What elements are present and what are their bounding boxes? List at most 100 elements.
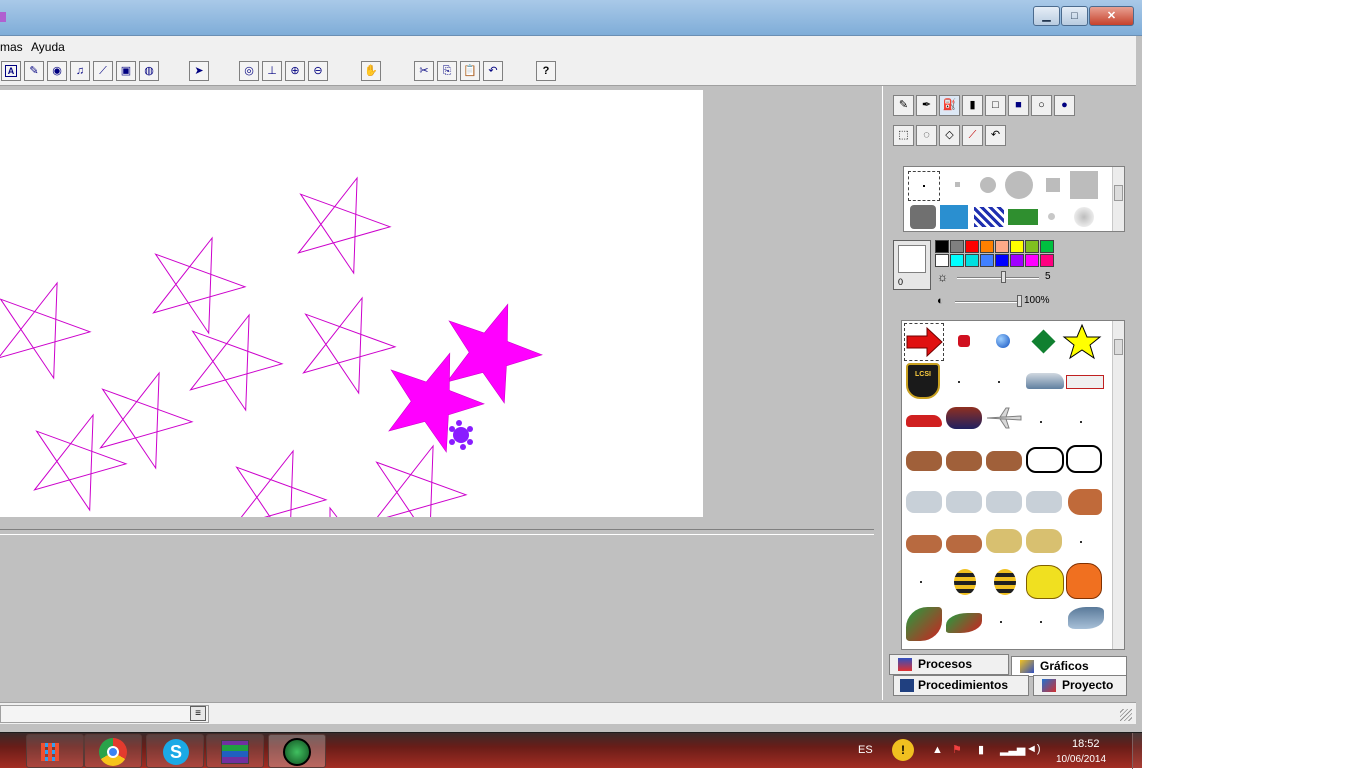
- battery-icon[interactable]: ▮: [978, 743, 984, 756]
- minimize-button[interactable]: ▁: [1033, 6, 1060, 26]
- brush-soft-large[interactable]: [1074, 207, 1094, 227]
- winrar-button[interactable]: [206, 734, 264, 768]
- music-icon[interactable]: ♫: [70, 61, 90, 81]
- pen-icon[interactable]: ✒: [916, 95, 937, 116]
- command-line[interactable]: [0, 705, 209, 723]
- shape-dot[interactable]: [1000, 621, 1002, 623]
- alert-icon[interactable]: !: [892, 739, 914, 761]
- brush-texture-sky[interactable]: [940, 205, 968, 229]
- shape-butterfly[interactable]: [1026, 565, 1064, 599]
- star-icon[interactable]: [1062, 323, 1102, 361]
- fill-bucket-icon[interactable]: ⛽: [939, 95, 960, 116]
- rectangle-icon[interactable]: □: [985, 95, 1006, 116]
- copy-icon[interactable]: ⎘: [437, 61, 457, 81]
- cut-icon[interactable]: ✂: [414, 61, 434, 81]
- magic-wand-icon[interactable]: ⟋: [93, 61, 113, 81]
- palette-swatch[interactable]: [995, 254, 1009, 267]
- current-color[interactable]: 0: [893, 240, 931, 290]
- language-indicator[interactable]: ES: [858, 744, 873, 756]
- resize-grip-icon[interactable]: [1120, 709, 1132, 721]
- shape-horse[interactable]: [1026, 491, 1062, 513]
- eye-icon[interactable]: ◎: [239, 61, 259, 81]
- shape-dalmatian[interactable]: [1026, 447, 1064, 473]
- palette-swatch[interactable]: [965, 240, 979, 253]
- shape-lion[interactable]: [1026, 529, 1062, 553]
- eye-tool-icon[interactable]: ◉: [47, 61, 67, 81]
- microworlds-button[interactable]: [268, 734, 326, 768]
- shape-cat[interactable]: [906, 451, 942, 471]
- brush-texture-grid[interactable]: [910, 205, 936, 229]
- brush-soft-small[interactable]: [1048, 213, 1055, 220]
- chrome-button[interactable]: [84, 734, 142, 768]
- zoom-in-icon[interactable]: ⊕: [285, 61, 305, 81]
- shape-dot[interactable]: [1080, 541, 1082, 543]
- opacity-slider-knob[interactable]: [1017, 295, 1022, 307]
- brush-small-square[interactable]: [955, 182, 960, 187]
- shape-kangaroo[interactable]: [1068, 489, 1102, 515]
- shape-bee[interactable]: [994, 569, 1016, 595]
- stop-icon[interactable]: ✋: [361, 61, 381, 81]
- skype-button[interactable]: S: [146, 734, 204, 768]
- shape-lion[interactable]: [986, 529, 1022, 553]
- lasso-icon[interactable]: ◌: [916, 125, 937, 146]
- help-button[interactable]: ?: [536, 61, 556, 81]
- drawing-canvas[interactable]: [0, 90, 703, 517]
- filled-ellipse-icon[interactable]: ●: [1054, 95, 1075, 116]
- paste-icon[interactable]: 📋: [460, 61, 480, 81]
- brush-large-circle[interactable]: [1005, 171, 1033, 199]
- palette-swatch[interactable]: [1010, 240, 1024, 253]
- maximize-button[interactable]: □: [1061, 6, 1088, 26]
- palette-swatch[interactable]: [965, 254, 979, 267]
- shape-arrow[interactable]: [904, 323, 944, 361]
- close-button[interactable]: ✕: [1089, 6, 1134, 26]
- brush-texture-stripes[interactable]: [974, 207, 1004, 227]
- brightness-slider[interactable]: [957, 277, 1039, 279]
- selection-icon[interactable]: ⬚: [893, 125, 914, 146]
- apps-grid-button[interactable]: [26, 734, 84, 768]
- eraser-icon[interactable]: ◇: [939, 125, 960, 146]
- brush-dot-selected[interactable]: [908, 171, 940, 201]
- text-tool-icon[interactable]: A: [1, 61, 21, 81]
- clock-date[interactable]: 10/06/2014: [1056, 754, 1106, 765]
- brightness-slider-knob[interactable]: [1001, 271, 1006, 283]
- pencil-icon[interactable]: ✎: [893, 95, 914, 116]
- palette-swatch[interactable]: [1025, 254, 1039, 267]
- shape-motorcycle[interactable]: [946, 407, 982, 429]
- notes-icon[interactable]: ≡: [190, 706, 206, 721]
- zoom-out-icon[interactable]: ⊖: [308, 61, 328, 81]
- palette-swatch[interactable]: [1025, 240, 1039, 253]
- palette-swatch[interactable]: [1040, 254, 1054, 267]
- shape-truck[interactable]: [1066, 375, 1104, 389]
- shape-kangaroo[interactable]: [946, 535, 982, 553]
- palette-swatch[interactable]: [1010, 254, 1024, 267]
- shape-hummingbird[interactable]: [906, 607, 942, 641]
- pointer-icon[interactable]: ➤: [189, 61, 209, 81]
- shape-horse[interactable]: [986, 491, 1022, 513]
- show-hidden-icons-icon[interactable]: ▲: [932, 744, 943, 756]
- turtle-icon[interactable]: [449, 420, 473, 450]
- volume-icon[interactable]: ◄): [1026, 743, 1041, 755]
- shape-dot[interactable]: [998, 381, 1000, 383]
- palette-swatch[interactable]: [950, 240, 964, 253]
- shape-dot[interactable]: [1080, 421, 1082, 423]
- brush-medium-square[interactable]: [1046, 178, 1060, 192]
- camera-icon[interactable]: ▣: [116, 61, 136, 81]
- shape-kangaroo[interactable]: [906, 535, 942, 553]
- brush-small-circle[interactable]: [980, 177, 996, 193]
- shape-bee[interactable]: [954, 569, 976, 595]
- ellipse-icon[interactable]: ○: [1031, 95, 1052, 116]
- globe-icon[interactable]: ◍: [139, 61, 159, 81]
- palette-swatch[interactable]: [980, 240, 994, 253]
- opacity-slider[interactable]: [955, 301, 1021, 303]
- palette-swatch[interactable]: [980, 254, 994, 267]
- tab-procesos[interactable]: Procesos: [889, 654, 1009, 675]
- shape-car[interactable]: [906, 415, 942, 427]
- shape-blue-ball[interactable]: [996, 334, 1010, 348]
- tab-procedimientos[interactable]: Procedimientos: [893, 675, 1029, 696]
- eyedropper-icon[interactable]: ⟋: [962, 125, 983, 146]
- tab-proyecto[interactable]: Proyecto: [1033, 675, 1127, 696]
- tab-graficos[interactable]: Gráficos: [1011, 656, 1127, 677]
- paint-tool-icon[interactable]: ✎: [24, 61, 44, 81]
- network-icon[interactable]: ▂▃▅: [1000, 743, 1025, 756]
- undo-icon[interactable]: ↶: [483, 61, 503, 81]
